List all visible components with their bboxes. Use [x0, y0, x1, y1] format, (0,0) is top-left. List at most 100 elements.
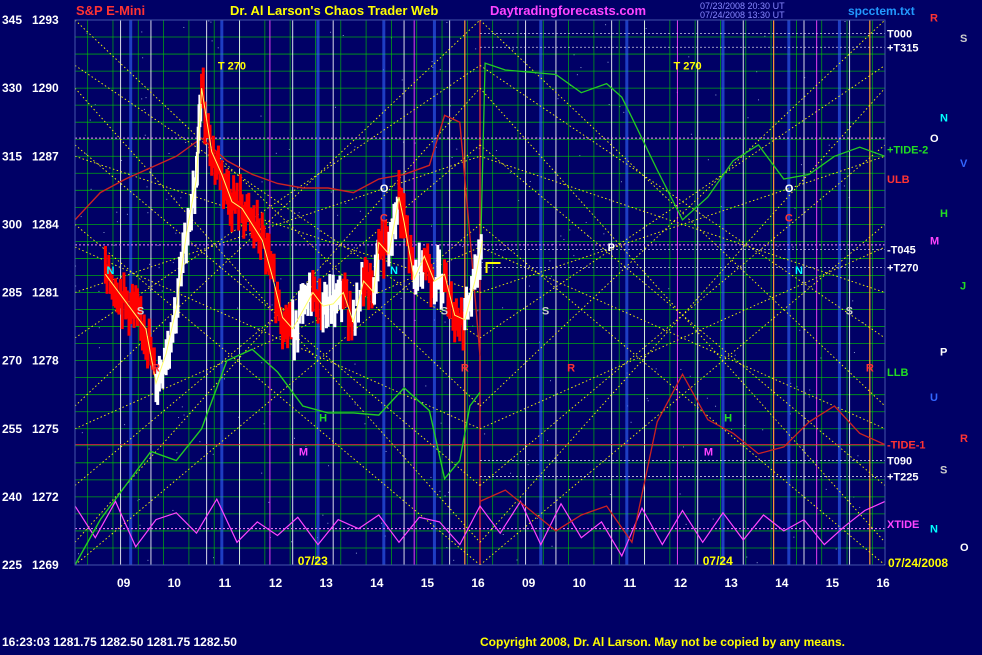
speckle-dot — [550, 380, 552, 382]
speckle-dot — [168, 152, 170, 154]
speckle-dot — [475, 48, 477, 50]
y-tick-label-price: 1287 — [32, 149, 59, 163]
speckle-dot — [809, 389, 811, 391]
speckle-dot — [734, 354, 736, 356]
speckle-dot — [620, 181, 622, 183]
speckle-dot — [183, 26, 185, 28]
speckle-dot — [820, 357, 822, 359]
speckle-dot — [223, 378, 225, 380]
speckle-dot — [348, 527, 350, 529]
speckle-dot — [655, 368, 657, 370]
planet-glyph: S — [960, 33, 967, 45]
speckle-dot — [688, 56, 690, 58]
speckle-dot — [484, 433, 486, 435]
speckle-dot — [261, 181, 263, 183]
speckle-dot — [746, 556, 748, 558]
speckle-dot — [89, 119, 91, 121]
speckle-dot — [342, 34, 344, 36]
speckle-dot — [862, 322, 864, 324]
x-tick-label: 16 — [876, 576, 890, 590]
speckle-dot — [477, 310, 479, 312]
quote-readout: 16:23:03 1281.75 1282.50 1281.75 1282.50 — [2, 635, 237, 649]
level-label: ULB — [887, 174, 910, 186]
chart-annotation: H — [319, 412, 327, 424]
speckle-dot — [777, 245, 779, 247]
speckle-dot — [322, 514, 324, 516]
speckle-dot — [116, 211, 118, 213]
chart-annotation: H — [724, 412, 732, 424]
speckle-dot — [414, 142, 416, 144]
date-label: 07/24 — [703, 554, 733, 568]
y-tick-label-price: 1284 — [32, 217, 59, 231]
speckle-dot — [249, 234, 251, 236]
x-tick-label: 10 — [168, 576, 182, 590]
speckle-dot — [439, 490, 441, 492]
speckle-dot — [355, 552, 357, 554]
x-tick-label: 12 — [269, 576, 283, 590]
x-tick-label: 16 — [471, 576, 485, 590]
speckle-dot — [580, 67, 582, 69]
speckle-dot — [536, 517, 538, 519]
speckle-dot — [794, 207, 796, 209]
y-tick-label-left: 330 — [2, 81, 22, 95]
speckle-dot — [793, 536, 795, 538]
speckle-dot — [529, 180, 531, 182]
speckle-dot — [90, 188, 92, 190]
x-tick-label: 09 — [522, 576, 536, 590]
speckle-dot — [502, 249, 504, 251]
chart-annotation: N — [106, 265, 114, 277]
speckle-dot — [439, 69, 441, 71]
speckle-dot — [446, 22, 448, 24]
level-label: +T225 — [887, 471, 919, 483]
speckle-dot — [431, 225, 433, 227]
chart-annotation: N — [390, 265, 398, 277]
chart-canvas: 345 1293 330 1290 315 1287 300 1284 285 1281 270 12… — [0, 0, 982, 650]
speckle-dot — [453, 559, 455, 561]
speckle-dot — [260, 115, 262, 117]
x-tick-label: 09 — [117, 576, 131, 590]
planet-glyph: P — [940, 347, 947, 359]
speckle-dot — [549, 260, 551, 262]
y-tick-label-price: 1290 — [32, 81, 59, 95]
planet-glyph: R — [930, 13, 938, 25]
x-tick-label: 11 — [219, 576, 232, 590]
speckle-dot — [510, 472, 512, 474]
speckle-dot — [859, 506, 861, 508]
site-link[interactable]: Daytradingforecasts.com — [490, 3, 646, 18]
level-label: -TIDE-1 — [887, 440, 926, 452]
speckle-dot — [828, 144, 830, 146]
speckle-dot — [569, 229, 571, 231]
instrument-title: S&P E-Mini — [76, 3, 146, 18]
speckle-dot — [706, 397, 708, 399]
y-tick-label-price: 1275 — [32, 422, 59, 436]
planet-glyph: R — [960, 433, 968, 445]
speckle-dot — [790, 382, 792, 384]
y-tick-label-price: 1293 — [32, 13, 59, 27]
speckle-dot — [359, 210, 361, 212]
chart-annotation: R — [866, 362, 874, 374]
speckle-dot — [588, 236, 590, 238]
speckle-dot — [217, 47, 219, 49]
speckle-dot — [149, 263, 151, 265]
y-tick-label-left: 345 — [2, 13, 22, 27]
y-tick-label-left: 285 — [2, 286, 22, 300]
speckle-dot — [715, 405, 717, 407]
speckle-dot — [527, 464, 529, 466]
speckle-dot — [178, 417, 180, 419]
speckle-dot — [176, 452, 178, 454]
speckle-dot — [98, 290, 100, 292]
y-tick-label-price: 1278 — [32, 354, 59, 368]
x-tick-label: 13 — [724, 576, 738, 590]
speckle-dot — [623, 111, 625, 113]
planet-glyph: O — [930, 133, 939, 145]
speckle-dot — [158, 267, 160, 269]
speckle-dot — [172, 509, 174, 511]
speckle-dot — [456, 148, 458, 150]
x-tick-label: 11 — [624, 576, 637, 590]
y-tick-label-left: 315 — [2, 149, 22, 163]
y-tick-label-left: 225 — [2, 558, 22, 572]
speckle-dot — [288, 149, 290, 151]
speckle-dot — [345, 202, 347, 204]
level-label: +T315 — [887, 42, 919, 54]
speckle-dot — [435, 146, 437, 148]
